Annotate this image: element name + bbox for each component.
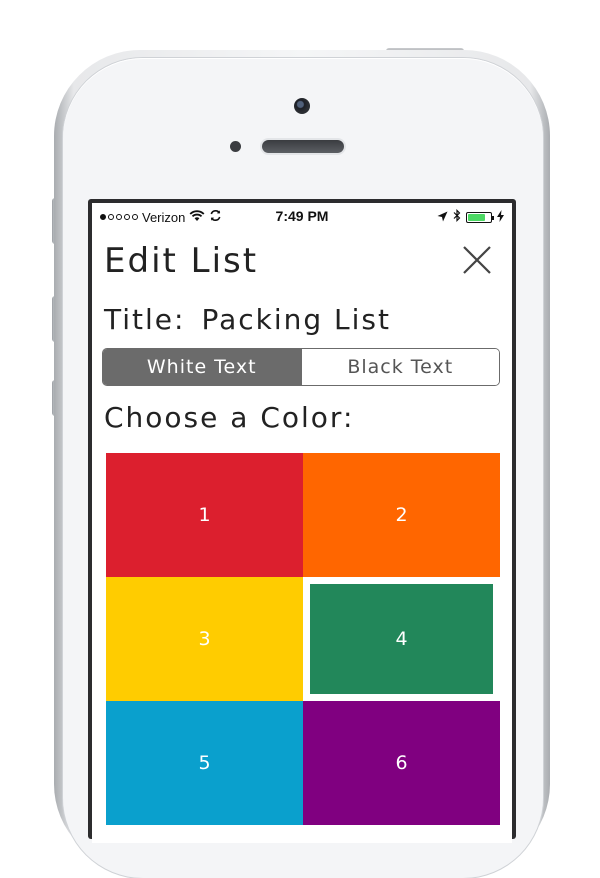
color-swatch-grid: 1 2 3 4 5 6 (106, 453, 500, 825)
color-swatch-2[interactable]: 2 (303, 453, 500, 577)
app-display: Verizon 7:49 PM Edit List Title: Packing… (92, 203, 512, 843)
title-value[interactable]: Packing List (201, 303, 391, 336)
page-title: Edit List (104, 241, 259, 281)
title-label: Title: (104, 303, 186, 336)
battery-icon (466, 211, 494, 223)
bluetooth-icon (453, 209, 461, 225)
swatch-label: 1 (198, 504, 211, 526)
status-bar: Verizon 7:49 PM (92, 203, 512, 229)
text-color-toggle: White Text Black Text (102, 348, 500, 386)
charging-bolt-icon (497, 209, 504, 225)
screen: Verizon 7:49 PM Edit List Title: Packing… (88, 199, 516, 843)
swatch-label: 6 (395, 752, 408, 774)
color-swatch-3[interactable]: 3 (106, 577, 303, 701)
black-text-option[interactable]: Black Text (300, 349, 499, 385)
color-swatch-4[interactable]: 4 (303, 577, 500, 701)
swatch-label: 2 (395, 504, 408, 526)
proximity-sensor (230, 141, 241, 152)
choose-color-heading: Choose a Color: (104, 401, 355, 434)
battery-fill (468, 213, 485, 221)
front-camera (294, 98, 310, 114)
swatch-label: 3 (198, 628, 211, 650)
list-title-row: Title: Packing List (104, 303, 391, 336)
location-arrow-icon (437, 210, 448, 225)
white-text-option[interactable]: White Text (103, 349, 301, 385)
earpiece-speaker (262, 140, 344, 153)
close-x-icon (463, 246, 491, 274)
close-button[interactable] (460, 243, 494, 277)
swatch-label: 4 (395, 628, 408, 650)
color-swatch-5[interactable]: 5 (106, 701, 303, 825)
status-right (437, 209, 504, 225)
color-swatch-1[interactable]: 1 (106, 453, 303, 577)
swatch-label: 5 (198, 752, 211, 774)
color-swatch-6[interactable]: 6 (303, 701, 500, 825)
